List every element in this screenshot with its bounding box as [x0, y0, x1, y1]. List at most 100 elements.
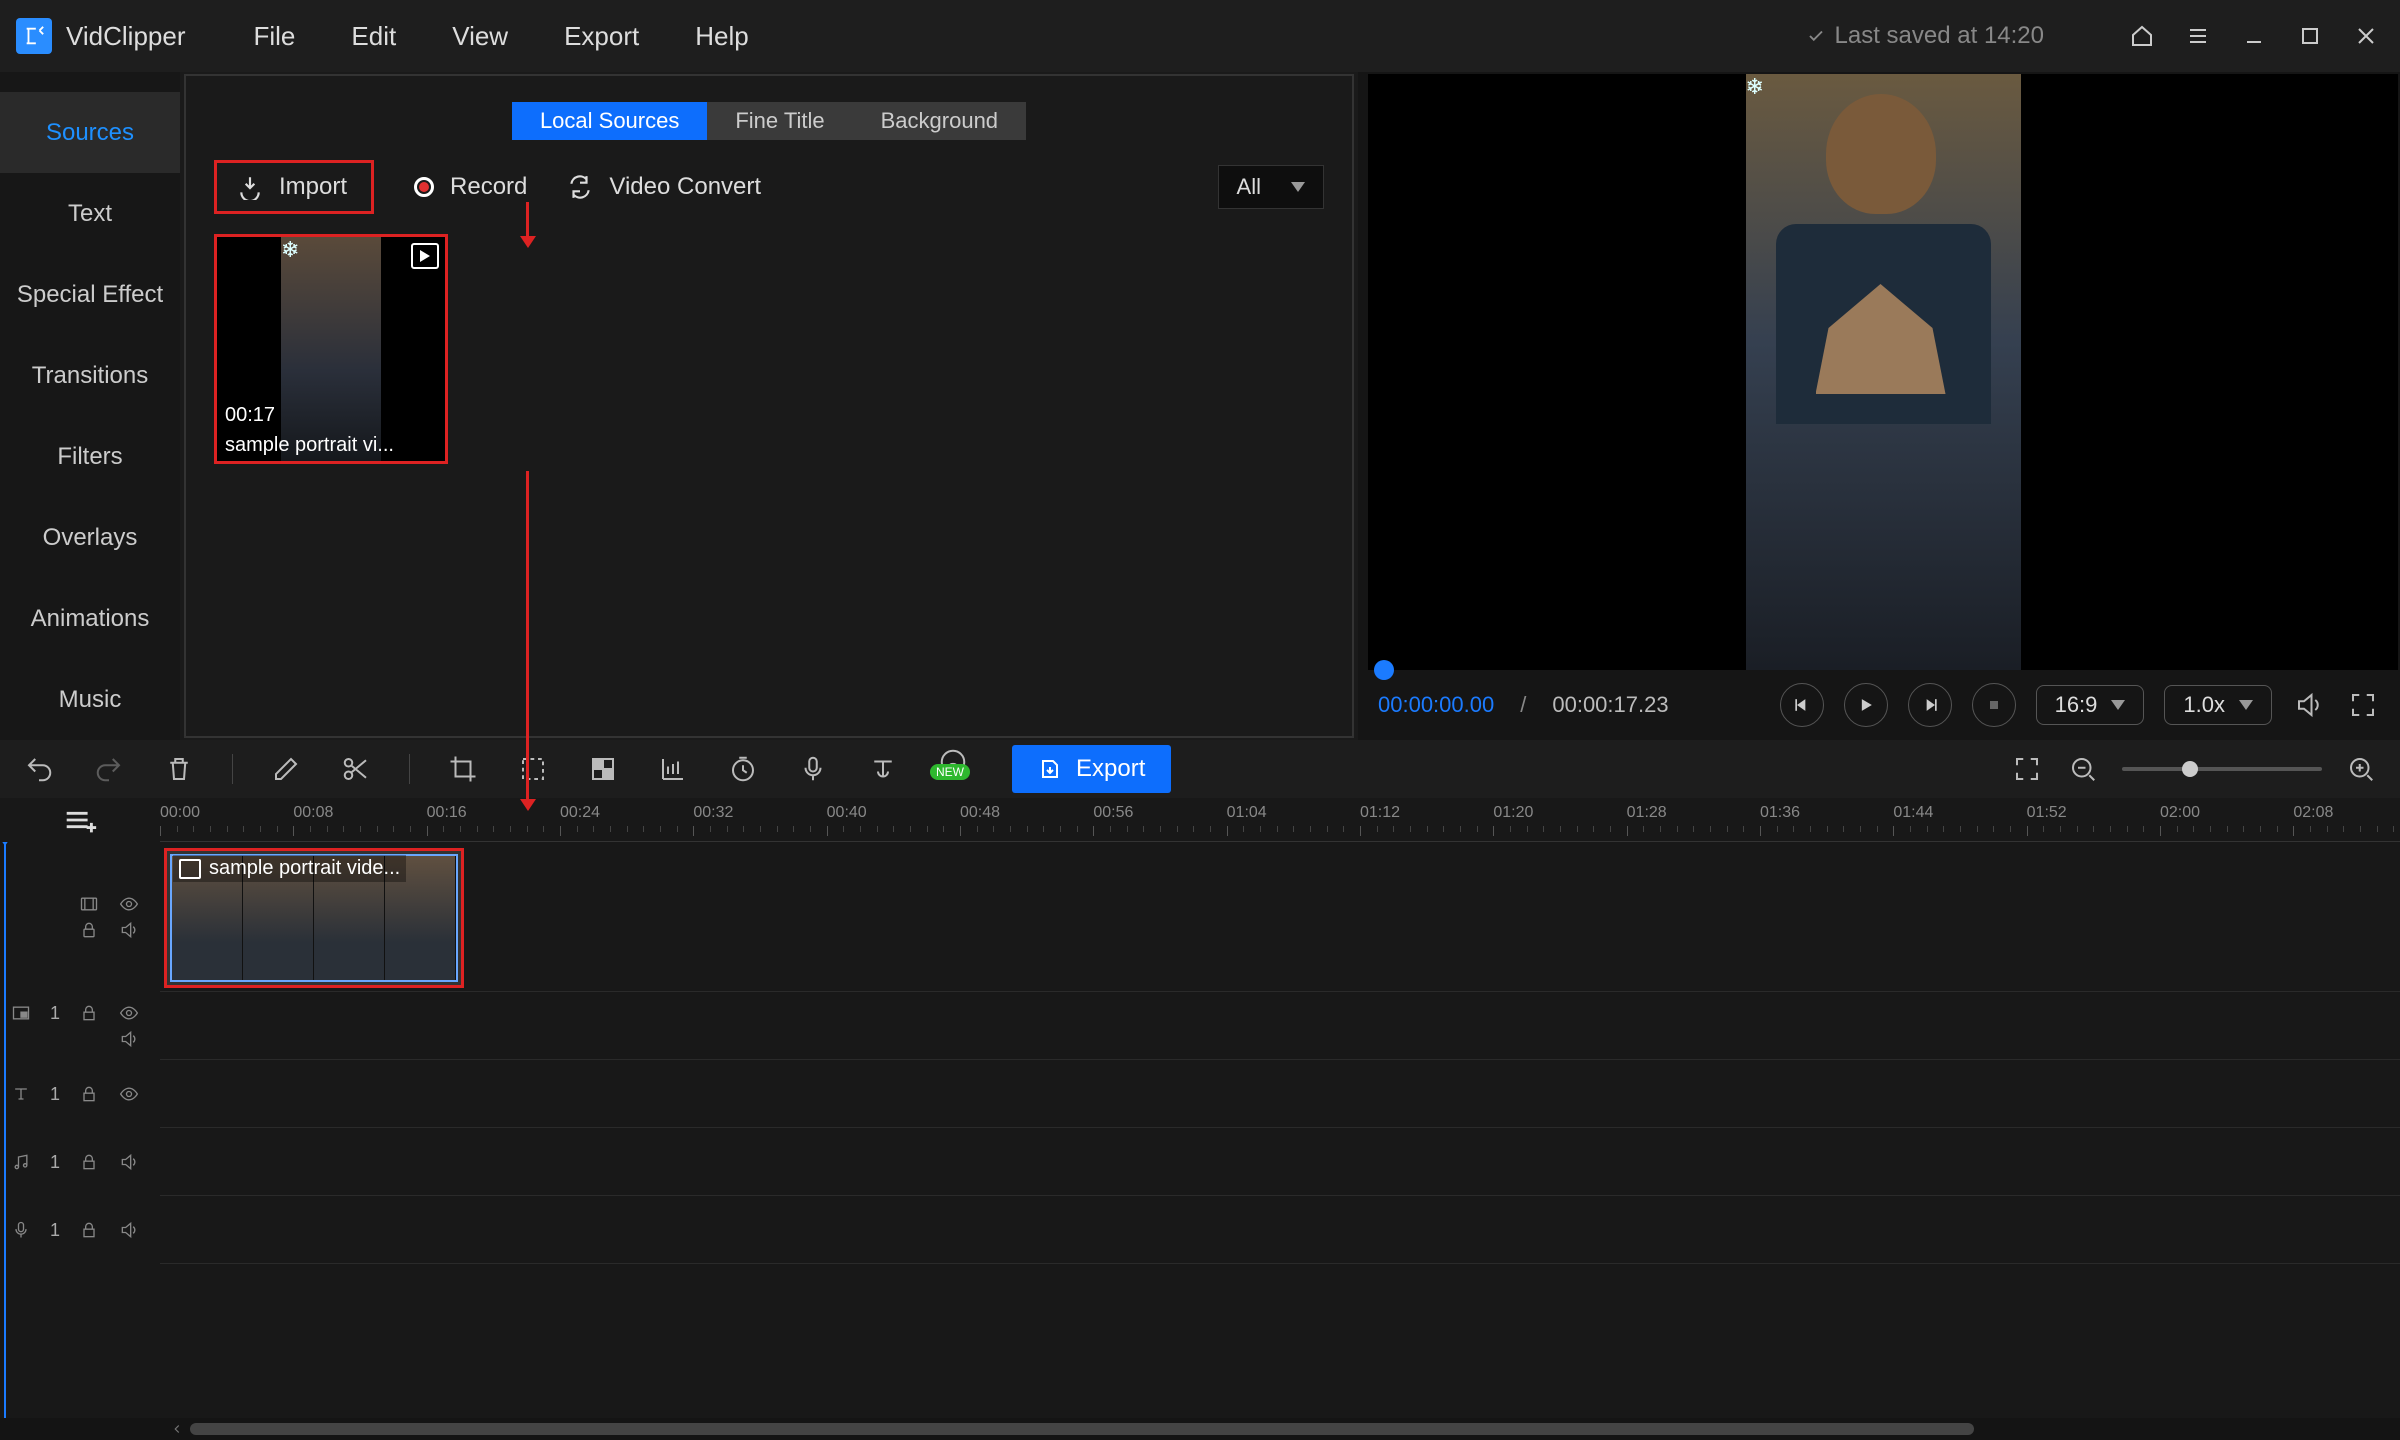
voice-icon[interactable] [796, 752, 830, 786]
preview-scrubber-handle[interactable] [1374, 660, 1394, 680]
lock-icon[interactable] [78, 1083, 100, 1105]
add-track-icon[interactable] [61, 805, 99, 835]
source-filter-dropdown[interactable]: All [1218, 165, 1324, 209]
text-to-speech-icon[interactable] [866, 752, 900, 786]
import-button[interactable]: Import [214, 160, 374, 214]
text-track: 1 [0, 1060, 2400, 1128]
sidebar-item-sources[interactable]: Sources [0, 92, 180, 173]
import-label: Import [279, 173, 347, 201]
menu-edit[interactable]: Edit [323, 21, 424, 52]
preview-screen[interactable] [1368, 74, 2398, 670]
sidebar-item-text[interactable]: Text [0, 173, 180, 254]
maximize-icon[interactable] [2292, 18, 2328, 54]
video-track-body[interactable]: sample portrait vide... [160, 842, 2400, 992]
minimize-icon[interactable] [2236, 18, 2272, 54]
undo-icon[interactable] [22, 752, 56, 786]
mute-icon[interactable] [118, 1219, 140, 1241]
chevron-down-icon [1291, 182, 1305, 192]
tab-local-sources[interactable]: Local Sources [512, 102, 707, 140]
marquee-icon[interactable] [516, 752, 550, 786]
next-frame-button[interactable] [1908, 683, 1952, 727]
app-title: VidClipper [66, 21, 185, 52]
filter-value: All [1237, 174, 1261, 200]
ruler-tick: 00:48 [960, 804, 1000, 822]
ruler-tick: 00:40 [827, 804, 867, 822]
fullscreen-icon[interactable] [2346, 688, 2380, 722]
pip-track-body[interactable] [160, 992, 2400, 1060]
playhead[interactable] [4, 842, 6, 1418]
convert-icon [567, 174, 593, 200]
timecode-duration: 00:00:17.23 [1552, 692, 1668, 718]
tab-background[interactable]: Background [853, 102, 1026, 140]
timeline-clip-label: sample portrait vide... [173, 855, 406, 882]
ruler-tick: 01:52 [2027, 804, 2067, 822]
home-icon[interactable] [2124, 18, 2160, 54]
menu-view[interactable]: View [424, 21, 536, 52]
text-track-body[interactable] [160, 1060, 2400, 1128]
visibility-icon[interactable] [118, 1083, 140, 1105]
source-tabs: Local Sources Fine Title Background [512, 102, 1026, 140]
music-track-body[interactable] [160, 1128, 2400, 1196]
duration-icon[interactable] [726, 752, 760, 786]
menu-help[interactable]: Help [667, 21, 776, 52]
lock-icon[interactable] [78, 919, 100, 941]
volume-icon[interactable] [2292, 688, 2326, 722]
hamburger-icon[interactable] [2180, 18, 2216, 54]
sidebar-item-animations[interactable]: Animations [0, 578, 180, 659]
mosaic-icon[interactable] [586, 752, 620, 786]
chart-icon[interactable] [656, 752, 690, 786]
zoom-in-icon[interactable] [2344, 752, 2378, 786]
sidebar-item-special-effect[interactable]: Special Effect [0, 254, 180, 335]
lock-icon[interactable] [78, 1151, 100, 1173]
preview-panel: 00:00:00.00 / 00:00:17.23 16:9 1.0x [1358, 72, 2400, 740]
timeline-ruler[interactable]: 00:0000:0800:1600:2400:3200:4000:4800:56… [160, 798, 2400, 842]
edit-icon[interactable] [269, 752, 303, 786]
aspect-ratio-dropdown[interactable]: 16:9 [2036, 685, 2145, 725]
horizontal-scrollbar[interactable] [0, 1418, 2400, 1440]
convert-label: Video Convert [609, 173, 761, 201]
prev-frame-button[interactable] [1780, 683, 1824, 727]
record-button[interactable]: Record [414, 173, 527, 201]
mute-icon[interactable] [118, 919, 140, 941]
video-convert-button[interactable]: Video Convert [567, 173, 761, 201]
play-button[interactable] [1844, 683, 1888, 727]
menu-file[interactable]: File [225, 21, 323, 52]
mute-icon[interactable] [118, 1028, 140, 1050]
visibility-icon[interactable] [118, 1002, 140, 1024]
sidebar-item-overlays[interactable]: Overlays [0, 497, 180, 578]
sidebar-item-filters[interactable]: Filters [0, 416, 180, 497]
clip-duration: 00:17 [225, 404, 275, 427]
timecode-current: 00:00:00.00 [1378, 692, 1494, 718]
import-icon [237, 174, 263, 200]
lock-icon[interactable] [78, 1219, 100, 1241]
redo-icon[interactable] [92, 752, 126, 786]
media-clip[interactable]: 00:17 sample portrait vi... [214, 234, 448, 464]
playback-speed-dropdown[interactable]: 1.0x [2164, 685, 2272, 725]
mute-icon[interactable] [118, 1151, 140, 1173]
split-icon[interactable] [339, 752, 373, 786]
sidebar-item-music[interactable]: Music [0, 659, 180, 740]
ruler-tick: 00:24 [560, 804, 600, 822]
track-type-voice-icon [10, 1219, 32, 1241]
tab-fine-title[interactable]: Fine Title [707, 102, 852, 140]
zoom-out-icon[interactable] [2066, 752, 2100, 786]
export-button[interactable]: Export [1012, 745, 1171, 793]
zoom-slider[interactable] [2122, 767, 2322, 771]
close-icon[interactable] [2348, 18, 2384, 54]
new-badge: NEW [930, 764, 970, 780]
ruler-tick: 01:12 [1360, 804, 1400, 822]
delete-icon[interactable] [162, 752, 196, 786]
annotation-arrow [526, 471, 529, 801]
sidebar-item-transitions[interactable]: Transitions [0, 335, 180, 416]
pip-track: 1 [0, 992, 2400, 1060]
stop-button[interactable] [1972, 683, 2016, 727]
timeline-clip[interactable]: sample portrait vide... [164, 848, 464, 988]
voice-track-body[interactable] [160, 1196, 2400, 1264]
track-number: 1 [50, 1084, 60, 1105]
crop-icon[interactable] [446, 752, 480, 786]
fit-timeline-icon[interactable] [2010, 752, 2044, 786]
track-type-pip-icon [10, 1002, 32, 1024]
menu-export[interactable]: Export [536, 21, 667, 52]
visibility-icon[interactable] [118, 893, 140, 915]
lock-icon[interactable] [78, 1002, 100, 1024]
